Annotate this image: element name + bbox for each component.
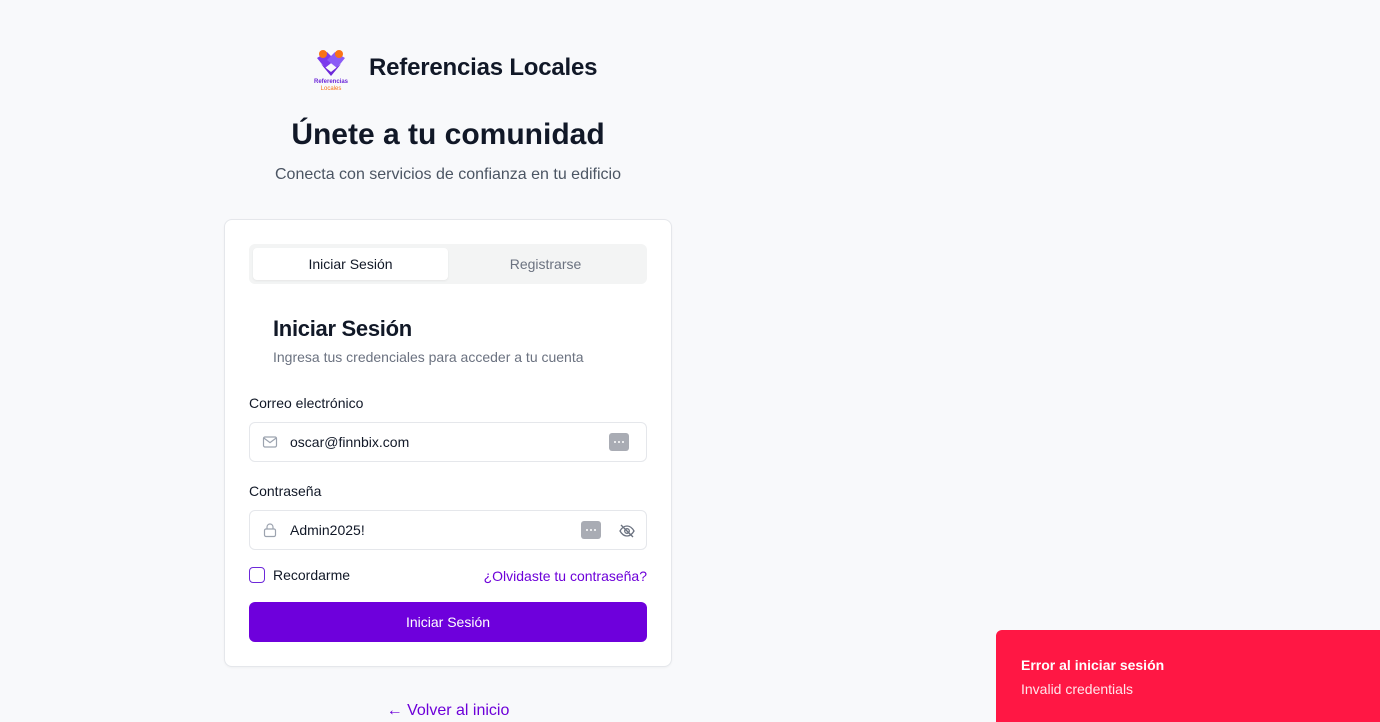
remember-me[interactable]: Recordarme: [249, 567, 350, 583]
email-input[interactable]: [290, 423, 570, 461]
forgot-password-link[interactable]: ¿Olvidaste tu contraseña?: [484, 568, 647, 584]
brand-logo: Referencias Locales: [309, 44, 353, 92]
logo-text-line2: Locales: [321, 86, 342, 92]
tab-register[interactable]: Registrarse: [448, 248, 643, 280]
brand-name: Referencias Locales: [369, 54, 598, 81]
logo-text-line1: Referencias: [314, 79, 349, 85]
page-subtitle: Conecta con servicios de confianza en tu…: [275, 166, 621, 183]
brand-header: Referencias Locales Referencias Locales: [309, 44, 598, 92]
remember-label: Recordarme: [273, 567, 351, 583]
tab-login[interactable]: Iniciar Sesión: [253, 248, 448, 280]
remember-checkbox[interactable]: [249, 567, 265, 583]
error-toast[interactable]: Error al iniciar sesión Invalid credenti…: [996, 630, 1380, 722]
eye-off-icon[interactable]: [618, 522, 636, 540]
password-input[interactable]: [290, 511, 570, 549]
email-field: [249, 422, 647, 462]
form-title: Iniciar Sesión: [273, 316, 412, 341]
email-label: Correo electrónico: [249, 395, 364, 411]
password-manager-icon[interactable]: [609, 433, 629, 451]
password-label: Contraseña: [249, 483, 322, 499]
auth-tabs: Iniciar Sesión Registrarse: [249, 244, 647, 284]
toast-title: Error al iniciar sesión: [1021, 657, 1165, 673]
login-submit-button[interactable]: Iniciar Sesión: [249, 602, 647, 642]
auth-card: Iniciar Sesión Registrarse Iniciar Sesió…: [224, 219, 672, 667]
password-field: [249, 510, 647, 550]
toast-description: Invalid credentials: [1021, 681, 1134, 697]
back-link-container: ← Volver al inicio: [224, 702, 672, 720]
page-title: Únete a tu comunidad: [291, 118, 605, 151]
mail-icon: [262, 436, 278, 448]
back-home-link[interactable]: ← Volver al inicio: [387, 702, 510, 719]
lock-icon: [263, 523, 277, 538]
form-subtitle: Ingresa tus credenciales para acceder a …: [273, 349, 584, 365]
password-manager-icon[interactable]: [581, 521, 601, 539]
